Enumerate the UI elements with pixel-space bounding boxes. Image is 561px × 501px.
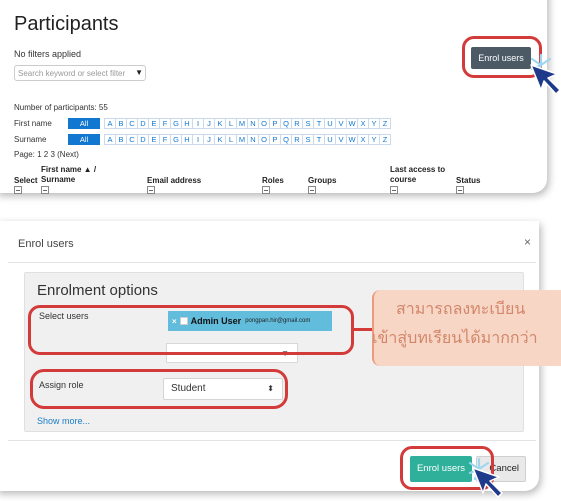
- divider: [8, 440, 536, 441]
- surname-initials-bar: A B C D E F G H I J K L M N O P Q R S T …: [104, 134, 391, 145]
- surname-filter-label: Surname: [14, 135, 47, 144]
- column-header-status: Status: [456, 176, 481, 185]
- mouse-cursor-icon: [530, 64, 561, 95]
- mouse-cursor-icon: [472, 467, 503, 498]
- first-name-initials-bar: A B C D E F G H I J K L M N O P Q R S T …: [104, 118, 391, 129]
- show-more-link[interactable]: Show more...: [37, 416, 90, 426]
- callout-text-line-1: สามารถลงทะเบียน: [396, 301, 526, 318]
- column-header-first-name[interactable]: First name ▲ / Surname: [41, 165, 96, 185]
- pagination[interactable]: Page: 1 2 3 (Next): [14, 150, 79, 159]
- enrolment-options-legend[interactable]: Enrolment options: [37, 282, 158, 299]
- column-header-select: Select: [14, 176, 38, 185]
- divider: [8, 262, 536, 263]
- callout-connector: [354, 328, 372, 331]
- page-title: Participants: [14, 13, 119, 35]
- dialog-title: Enrol users: [18, 238, 74, 250]
- participant-count: Number of participants: 55: [14, 103, 108, 112]
- highlight-ring: [28, 305, 354, 355]
- first-name-sort-label[interactable]: First name ▲ /: [41, 165, 96, 175]
- close-icon[interactable]: ×: [524, 235, 531, 249]
- initial-link[interactable]: Z: [379, 134, 391, 145]
- first-name-filter-label: First name: [14, 119, 52, 128]
- collapse-column-icon[interactable]: [147, 186, 155, 194]
- filter-search-box[interactable]: ▼: [14, 65, 146, 81]
- collapse-column-icon[interactable]: [41, 186, 49, 194]
- collapse-column-icon[interactable]: [390, 186, 398, 194]
- callout-text-line-2: เข้าสู่บทเรียนได้มากกว่า: [372, 330, 538, 347]
- column-header-roles: Roles: [262, 176, 284, 185]
- column-header-groups: Groups: [308, 176, 337, 185]
- dropdown-caret-icon[interactable]: ▼: [135, 68, 143, 77]
- filter-search-input[interactable]: [15, 66, 137, 80]
- filter-status: No filters applied: [14, 49, 82, 59]
- collapse-column-icon[interactable]: [262, 186, 270, 194]
- highlight-ring: [30, 369, 288, 409]
- column-header-email[interactable]: Email address: [147, 176, 201, 186]
- last-access-label-bottom[interactable]: course: [390, 175, 445, 185]
- first-name-all-button[interactable]: All: [68, 118, 100, 129]
- collapse-column-icon[interactable]: [308, 186, 316, 194]
- collapse-column-icon[interactable]: [14, 186, 22, 194]
- last-access-label-top[interactable]: Last access to: [390, 165, 445, 175]
- surname-all-button[interactable]: All: [68, 134, 100, 145]
- surname-sort-label[interactable]: Surname: [41, 175, 96, 185]
- column-header-last-access[interactable]: Last access to course: [390, 165, 445, 185]
- collapse-column-icon[interactable]: [456, 186, 464, 194]
- initial-link[interactable]: Z: [379, 118, 391, 129]
